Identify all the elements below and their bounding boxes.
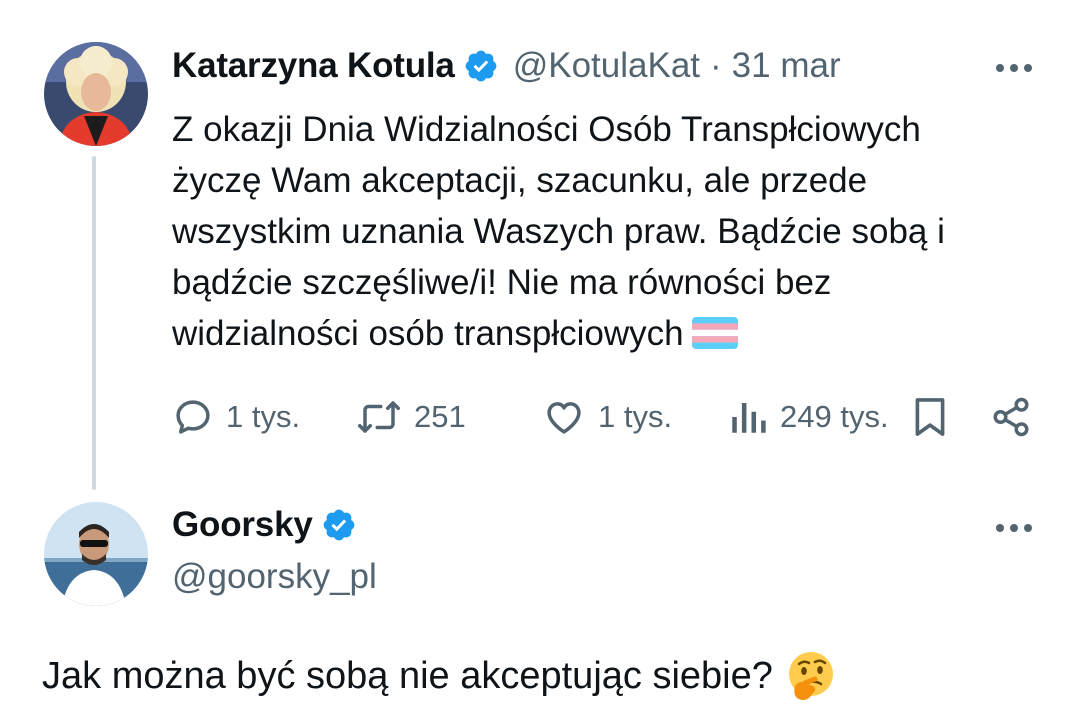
verified-badge-icon[interactable] — [321, 507, 357, 543]
tweet-text-line-last: widzialności osób transpłciowych — [172, 308, 1062, 359]
repost-icon — [358, 401, 400, 433]
bookmark-button[interactable] — [912, 392, 960, 442]
share-button[interactable] — [990, 392, 1044, 442]
more-options-icon[interactable] — [994, 60, 1034, 76]
thread-connector-line — [92, 156, 96, 490]
repost-count: 251 — [414, 399, 466, 434]
more-options-icon[interactable] — [994, 520, 1034, 536]
tweet-text-line: Z okazji Dnia Widzialności Osób Transpłc… — [172, 110, 921, 149]
reply-count: 1 tys. — [226, 399, 301, 434]
views-button[interactable]: 249 tys. — [728, 392, 889, 442]
views-chart-icon — [732, 403, 766, 433]
share-icon — [993, 397, 1029, 437]
reply-author-name[interactable]: Goorsky — [172, 505, 313, 545]
tweet-text-line: widzialności osób transpłciowych — [172, 314, 684, 353]
tweet-text-line: życzę Wam akceptacji, szacunku, ale prze… — [172, 161, 868, 200]
avatar-image — [44, 42, 148, 146]
tweet-text-line: bądźcie szczęśliwe/i! Nie ma równości be… — [172, 263, 832, 302]
author-avatar[interactable] — [44, 42, 148, 146]
transgender-flag-icon — [691, 317, 738, 349]
separator-dot: · — [710, 46, 722, 85]
thinking-face-icon — [788, 652, 833, 700]
author-handle[interactable]: @KotulaKat — [513, 46, 700, 86]
tweet-header: Katarzyna Kotula @KotulaKat · 31 mar — [172, 46, 841, 86]
bookmark-icon — [915, 398, 945, 436]
reply-text-content: Jak można być sobą nie akceptując siebie… — [42, 654, 773, 697]
views-count: 249 tys. — [780, 399, 889, 434]
verified-badge-icon[interactable] — [463, 48, 499, 84]
reply-author-avatar[interactable] — [44, 502, 148, 606]
reply-header: Goorsky — [172, 505, 357, 545]
like-count: 1 tys. — [598, 399, 673, 434]
tweet-actions-bar: 1 tys. 251 1 tys. 249 tys. — [172, 392, 1052, 442]
reply-icon — [176, 400, 210, 434]
tweet-thread: Katarzyna Kotula @KotulaKat · 31 mar Z o… — [0, 0, 1080, 723]
repost-button[interactable]: 251 — [356, 392, 466, 442]
tweet-text: Z okazji Dnia Widzialności Osób Transpłc… — [172, 104, 1062, 359]
tweet-text-line: wszystkim uznania Waszych praw. Bądźcie … — [172, 212, 945, 251]
avatar-image — [44, 502, 148, 606]
like-button[interactable]: 1 tys. — [542, 392, 672, 442]
heart-icon — [547, 402, 581, 434]
reply-button[interactable]: 1 tys. — [172, 392, 300, 442]
author-name[interactable]: Katarzyna Kotula — [172, 46, 455, 86]
tweet-date[interactable]: 31 mar — [732, 46, 841, 86]
reply-author-handle[interactable]: @goorsky_pl — [172, 557, 377, 597]
reply-text: Jak można być sobą nie akceptując siebie… — [42, 650, 837, 702]
